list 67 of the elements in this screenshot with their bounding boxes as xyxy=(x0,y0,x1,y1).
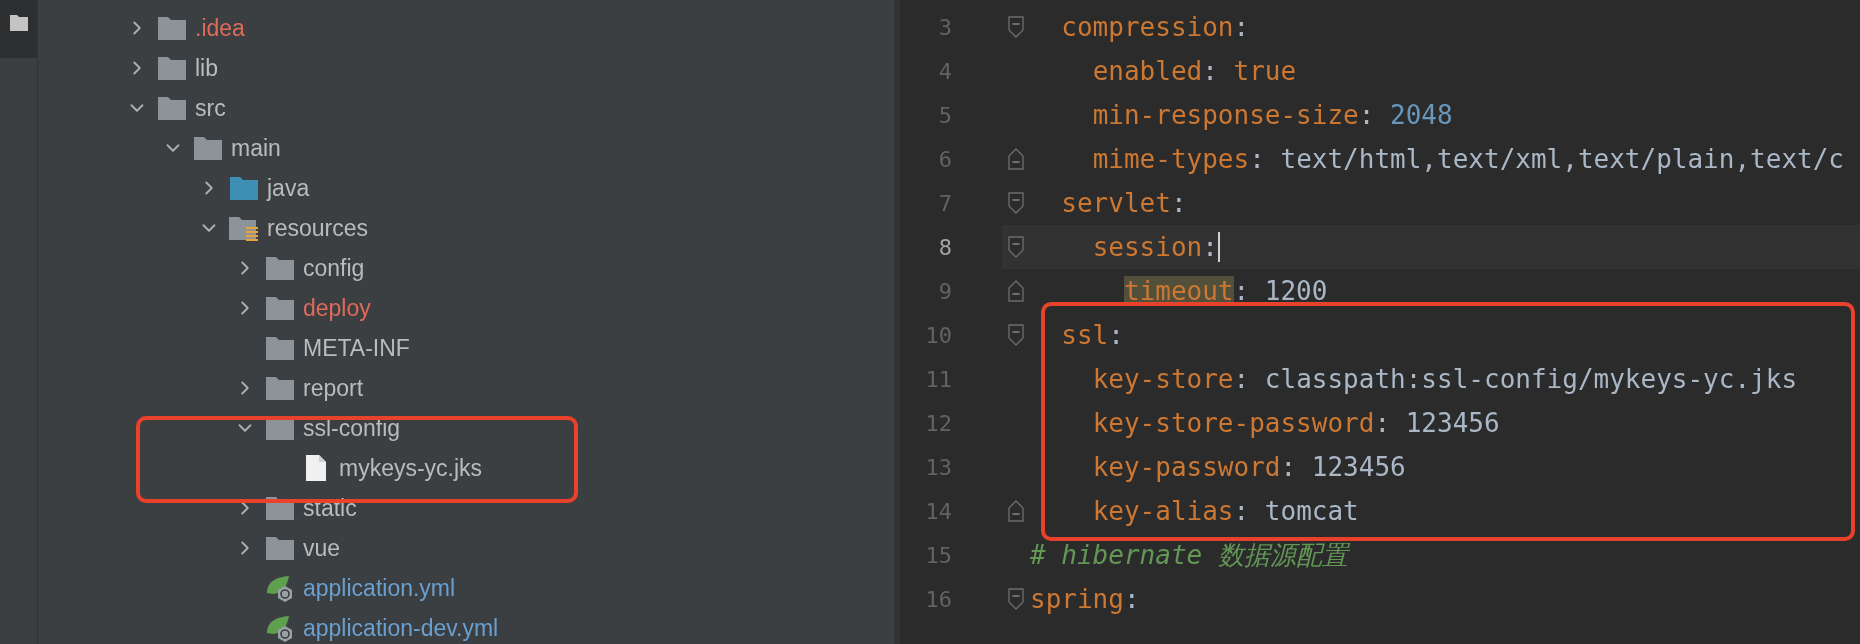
tree-item-label[interactable]: ssl-config xyxy=(303,410,401,446)
folder-icon xyxy=(229,175,259,201)
line-number: 10 xyxy=(924,321,952,350)
code-line: spring: xyxy=(1030,582,1140,616)
code-line: enabled: true xyxy=(1091,54,1297,88)
tree-item-label[interactable]: application-dev.yml xyxy=(303,610,499,644)
fold-marker-icon[interactable] xyxy=(1008,192,1024,214)
folder-icon xyxy=(265,295,295,321)
file-icon xyxy=(305,454,327,482)
line-number: 6 xyxy=(937,145,952,174)
fold-marker-icon[interactable] xyxy=(1008,588,1024,610)
folder-icon xyxy=(157,55,187,81)
fold-marker-icon[interactable] xyxy=(1008,236,1024,258)
code-line: min-response-size: 2048 xyxy=(1091,98,1453,132)
folder-icon xyxy=(265,375,295,401)
fold-marker-icon[interactable] xyxy=(1008,280,1024,302)
line-number: 13 xyxy=(924,453,952,482)
code-line: compression: xyxy=(1060,10,1250,44)
code-line: key-alias: tomcat xyxy=(1091,494,1359,528)
tree-item-label[interactable]: application.yml xyxy=(303,570,456,606)
code-line: servlet: xyxy=(1060,186,1187,220)
line-number: 7 xyxy=(937,189,952,218)
folder-icon xyxy=(265,335,295,361)
tree-item-label[interactable]: lib xyxy=(195,50,218,86)
tree-item-label[interactable]: deploy xyxy=(303,290,371,326)
line-number: 11 xyxy=(924,365,952,394)
line-number: 9 xyxy=(937,277,952,306)
tree-item-label[interactable]: resources xyxy=(267,210,368,246)
project-tool-button[interactable] xyxy=(0,0,37,58)
line-number: 15 xyxy=(924,541,952,570)
code-line: session: xyxy=(1091,230,1220,264)
folder-icon xyxy=(265,535,295,561)
folder-icon xyxy=(193,135,223,161)
code-line: key-password: 123456 xyxy=(1091,450,1406,484)
line-number: 16 xyxy=(924,585,952,614)
code-line: mime-types: text/html,text/xml,text/plain,text/c xyxy=(1091,142,1844,176)
tree-item-label[interactable]: src xyxy=(195,90,226,126)
code-line: # hibernate 数据源配置 xyxy=(1030,538,1348,572)
code-line: key-store-password: 123456 xyxy=(1091,406,1500,440)
folder-icon xyxy=(157,15,187,41)
folder-icon xyxy=(157,95,187,121)
leaf-gear-icon xyxy=(265,573,295,603)
tree-item-label[interactable]: report xyxy=(303,370,364,406)
tree-item-label[interactable]: META-INF xyxy=(303,330,410,366)
folder-icon xyxy=(8,14,29,32)
tree-item-label[interactable]: main xyxy=(231,130,281,166)
code-line: key-store: classpath:ssl-config/mykeys-yc.jks xyxy=(1091,362,1798,396)
tree-item-label[interactable]: config xyxy=(303,250,365,286)
resource-folder-icon xyxy=(228,214,260,242)
fold-marker-icon[interactable] xyxy=(1008,148,1024,170)
tree-item-label[interactable]: static xyxy=(303,490,357,526)
tree-item-label[interactable]: .idea xyxy=(195,10,245,46)
fold-marker-icon[interactable] xyxy=(1008,500,1024,522)
fold-marker-icon[interactable] xyxy=(1008,324,1024,346)
line-number: 4 xyxy=(937,57,952,86)
tree-item-label[interactable]: java xyxy=(267,170,310,206)
code-line: timeout: 1200 xyxy=(1122,274,1328,308)
line-number: 3 xyxy=(937,13,952,42)
line-number: 14 xyxy=(924,497,952,526)
code-line: ssl: xyxy=(1060,318,1124,352)
line-number: 12 xyxy=(924,409,952,438)
folder-icon xyxy=(265,255,295,281)
line-number: 8 xyxy=(937,233,952,262)
tree-item-label[interactable]: vue xyxy=(303,530,341,566)
tree-item-label[interactable]: mykeys-yc.jks xyxy=(339,450,483,486)
fold-marker-icon[interactable] xyxy=(1008,16,1024,38)
line-number: 5 xyxy=(937,101,952,130)
